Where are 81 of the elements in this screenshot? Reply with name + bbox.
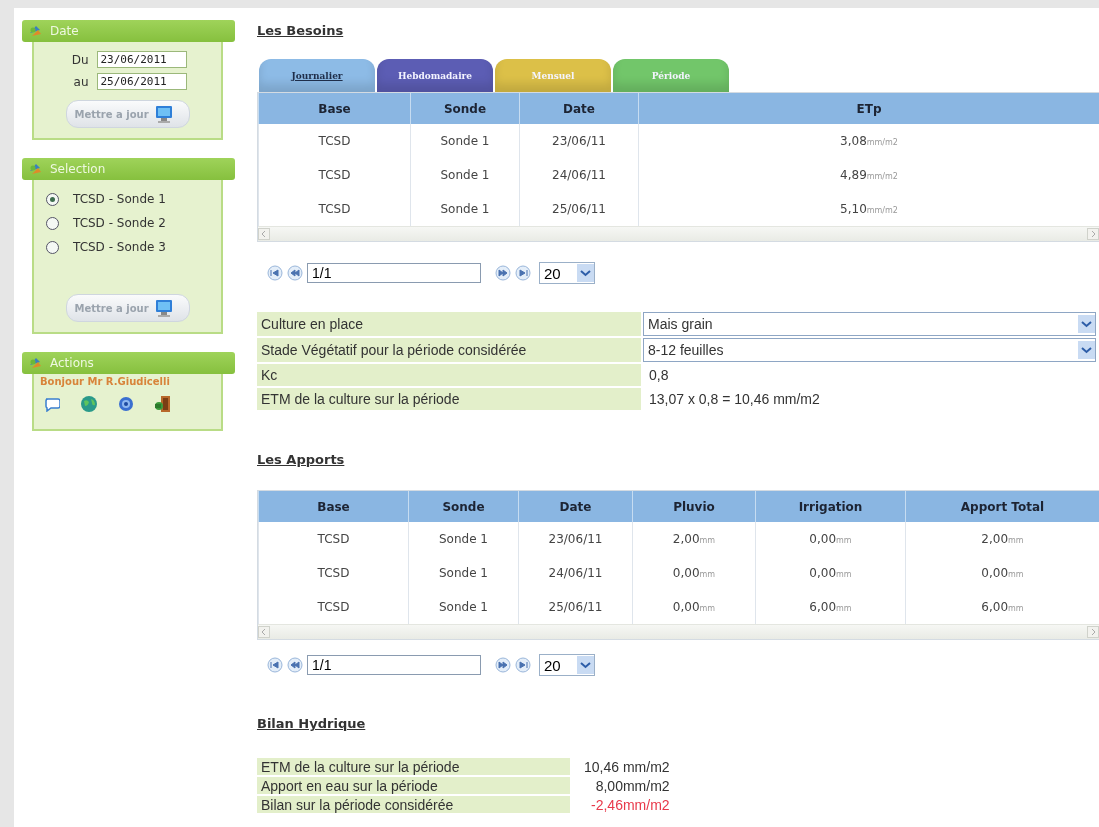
last-page-button[interactable]	[515, 265, 531, 281]
table-cell: Sonde 1	[410, 124, 520, 158]
table-cell: TCSD	[258, 522, 409, 556]
panel-icon	[28, 356, 42, 370]
form-value: 0,8	[648, 367, 669, 383]
form-label: ETM de la culture sur la période	[257, 388, 641, 410]
form-label: Kc	[257, 364, 641, 386]
table-cell: TCSD	[258, 556, 409, 590]
row-value: 10,46 mm/m2	[583, 758, 671, 775]
globe-icon[interactable]	[80, 395, 98, 413]
previous-page-button[interactable]	[287, 657, 303, 673]
panel-title: Actions	[50, 356, 94, 370]
exit-door-icon[interactable]	[154, 395, 171, 413]
page-size-dropdown[interactable]: 20	[539, 262, 595, 284]
panel-title: Date	[50, 24, 79, 38]
table-cell: 3,08mm/m2	[638, 124, 1099, 158]
option-label[interactable]: TCSD - Sonde 1	[73, 192, 166, 206]
table-cell: 0,00mm	[905, 556, 1099, 590]
last-page-button[interactable]	[515, 657, 531, 673]
column-header[interactable]: Base	[258, 491, 409, 522]
section-title: Bilan Hydrique	[257, 716, 366, 732]
table-cell: 4,89mm/m2	[638, 158, 1099, 192]
table-cell: Sonde 1	[408, 556, 519, 590]
column-header[interactable]: Apport Total	[905, 491, 1099, 522]
form-value: 13,07 x 0,8 = 10,46 mm/m2	[648, 391, 820, 407]
radio-button[interactable]	[46, 216, 59, 230]
column-header[interactable]: Date	[519, 93, 639, 124]
panel-title: Selection	[50, 162, 106, 176]
dropdown[interactable]: 8-12 feuilles	[643, 338, 1096, 362]
page-size-dropdown[interactable]: 20	[539, 654, 595, 676]
row-value: -2,46mm/m2	[590, 796, 671, 813]
tab[interactable]: Hebdomadaire	[377, 59, 493, 92]
column-header[interactable]: Irrigation	[755, 491, 906, 522]
row-label: Apport en eau sur la période	[257, 777, 570, 794]
first-page-button[interactable]	[267, 657, 283, 673]
table-cell: 2,00mm	[632, 522, 756, 556]
page-field[interactable]: 1/1	[307, 263, 481, 283]
column-header[interactable]: Base	[258, 93, 411, 124]
option-label[interactable]: TCSD - Sonde 3	[73, 240, 166, 254]
speech-bubble-icon[interactable]	[44, 396, 60, 412]
tab[interactable]: Journalier	[259, 59, 375, 92]
first-page-button[interactable]	[267, 265, 283, 281]
panel-icon	[28, 162, 42, 176]
form-label: Culture en place	[257, 312, 641, 336]
option-label[interactable]: TCSD - Sonde 2	[73, 216, 166, 230]
field-label: au	[72, 74, 89, 89]
column-header[interactable]: Sonde	[408, 491, 519, 522]
next-page-button[interactable]	[495, 657, 511, 673]
section-title: Les Besoins	[257, 23, 344, 39]
radio-button[interactable]	[46, 240, 59, 254]
table-cell: 2,00mm	[905, 522, 1099, 556]
column-header[interactable]: ETp	[638, 93, 1099, 124]
table-cell: 24/06/11	[518, 556, 633, 590]
previous-page-button[interactable]	[287, 265, 303, 281]
column-header[interactable]: Pluvio	[632, 491, 756, 522]
row-value: 8,00mm/m2	[594, 777, 671, 794]
column-header[interactable]: Date	[518, 491, 633, 522]
greeting-text: Bonjour Mr R.Giudicelli	[39, 376, 171, 389]
table-cell: 0,00mm	[755, 522, 906, 556]
table-cell: 23/06/11	[518, 522, 633, 556]
page-field[interactable]: 1/1	[307, 655, 481, 675]
row-label: ETM de la culture sur la période	[257, 758, 570, 775]
panel-icon	[28, 24, 42, 38]
table-cell: 0,00mm	[632, 556, 756, 590]
table-cell: TCSD	[258, 124, 411, 158]
table-cell: TCSD	[258, 158, 411, 192]
table-cell: Sonde 1	[410, 158, 520, 192]
section-title: Les Apports	[257, 452, 345, 468]
table-cell: 0,00mm	[755, 556, 906, 590]
radio-button[interactable]	[46, 192, 59, 206]
column-header[interactable]: Sonde	[410, 93, 520, 124]
form-label: Stade Végétatif pour la période considérée	[257, 338, 641, 362]
date-field[interactable]: 23/06/2011	[96, 51, 187, 68]
table-cell: 23/06/11	[519, 124, 639, 158]
date-field[interactable]: 25/06/2011	[96, 73, 187, 90]
table-cell: Sonde 1	[408, 522, 519, 556]
row-label: Bilan sur la période considérée	[257, 796, 570, 813]
next-page-button[interactable]	[495, 265, 511, 281]
field-label: Du	[70, 52, 89, 67]
dropdown[interactable]: Mais grain	[643, 312, 1096, 336]
table-cell: 24/06/11	[519, 158, 639, 192]
